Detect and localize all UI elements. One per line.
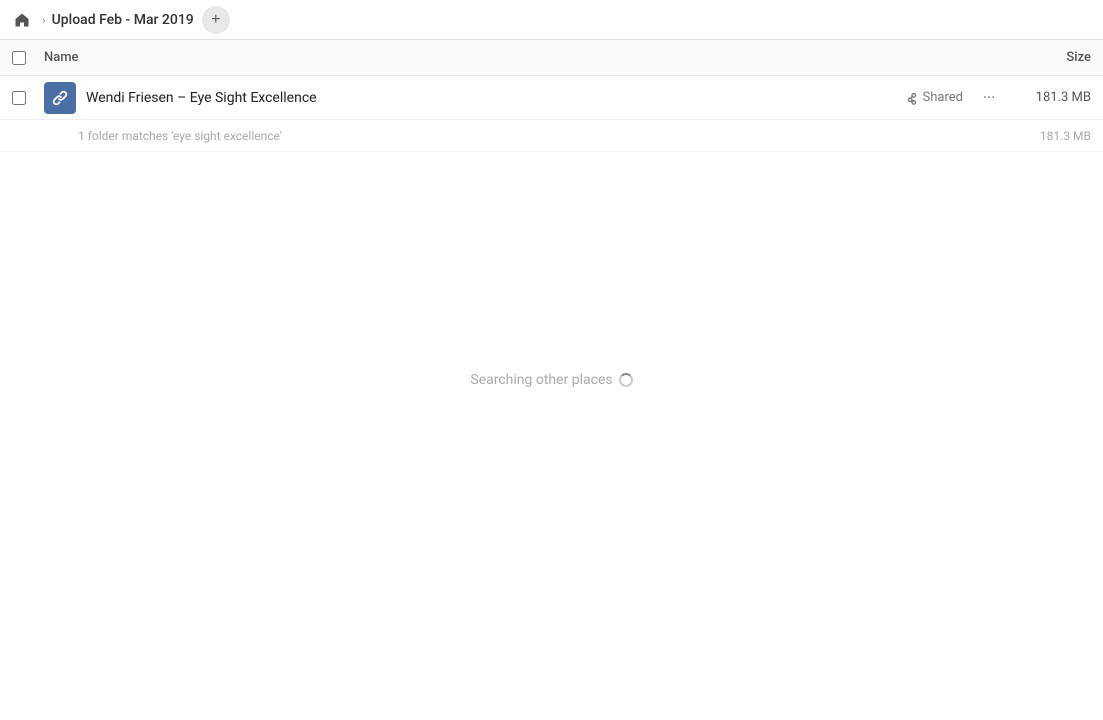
searching-section: Searching other places (0, 372, 1103, 388)
column-header-row: Name Size (0, 40, 1103, 76)
header-breadcrumb-bar: › Upload Feb - Mar 2019 + (0, 0, 1103, 40)
more-options-button[interactable]: ··· (975, 84, 1003, 112)
searching-text: Searching other places (470, 372, 632, 388)
select-all-input[interactable] (12, 51, 26, 65)
add-button[interactable]: + (202, 6, 230, 34)
searching-label: Searching other places (470, 372, 612, 388)
file-name: Wendi Friesen – Eye Sight Excellence (86, 90, 905, 106)
shared-label: Shared (923, 90, 963, 105)
folder-match-text: 1 folder matches 'eye sight excellence' (78, 129, 1011, 143)
home-button[interactable] (8, 6, 36, 34)
row-checkbox-input[interactable] (12, 91, 26, 105)
name-column-header: Name (44, 50, 991, 65)
searching-spinner (619, 373, 633, 387)
breadcrumb-title: Upload Feb - Mar 2019 (52, 12, 194, 28)
size-column-header: Size (991, 50, 1091, 65)
folder-match-size: 181.3 MB (1011, 129, 1091, 143)
folder-match-row: 1 folder matches 'eye sight excellence' … (0, 120, 1103, 152)
file-size: 181.3 MB (1011, 90, 1091, 105)
row-checkbox[interactable] (12, 91, 32, 105)
shared-badge: Shared (905, 90, 963, 105)
file-type-icon (44, 82, 76, 114)
table-row[interactable]: Wendi Friesen – Eye Sight Excellence Sha… (0, 76, 1103, 120)
select-all-checkbox[interactable] (12, 51, 32, 65)
breadcrumb-chevron: › (42, 13, 46, 27)
